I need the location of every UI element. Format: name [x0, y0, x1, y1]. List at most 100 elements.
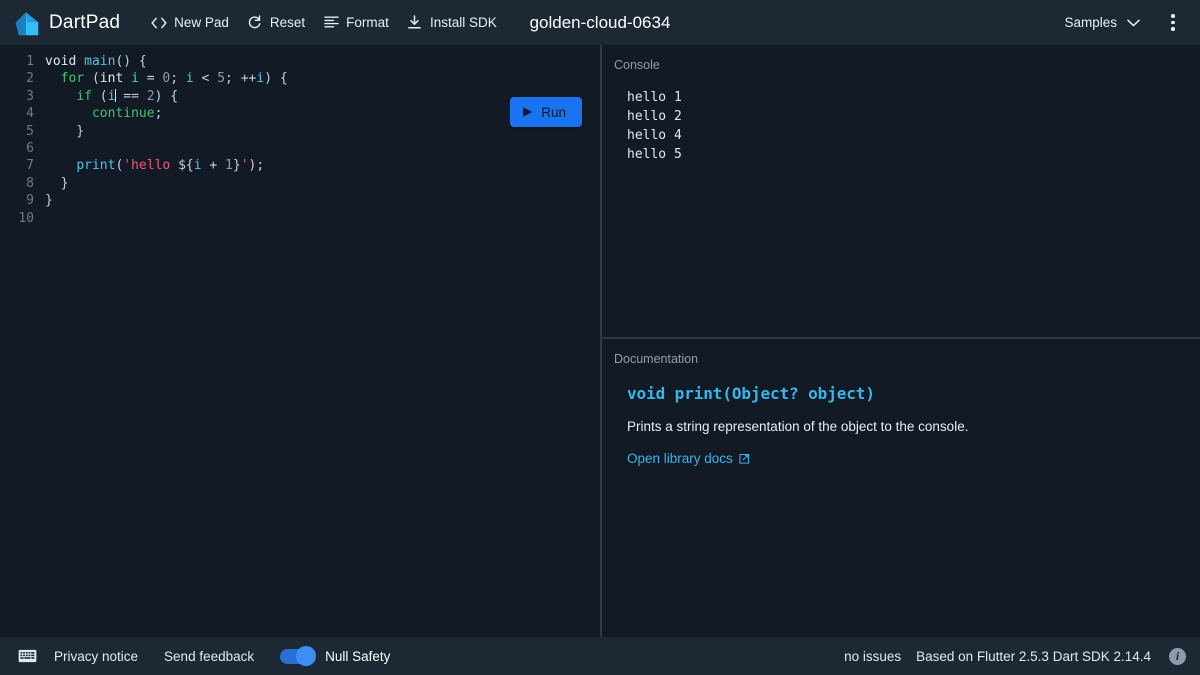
- play-icon: [523, 107, 533, 117]
- format-button[interactable]: Format: [314, 9, 398, 37]
- code-token: ': [240, 158, 249, 174]
- code-editor[interactable]: 1 2 3 4 5 6 7 8 9 10 void main() { for (int i = 0…: [0, 45, 600, 227]
- console-label: Console: [614, 58, 660, 72]
- code-token: 5: [217, 71, 226, 87]
- console-panel: Console hello 1 hello 2 hello 4 hello 5: [602, 45, 1200, 337]
- keyboard-icon[interactable]: [18, 649, 54, 663]
- console-line: hello 5: [627, 147, 682, 162]
- issues-status[interactable]: no issues: [844, 649, 901, 664]
- refresh-icon: [247, 15, 263, 31]
- install-sdk-button[interactable]: Install SDK: [398, 9, 506, 37]
- new-pad-label: New Pad: [174, 15, 229, 30]
- open-library-docs-link[interactable]: Open library docs: [627, 451, 750, 466]
- code-token: ==: [115, 88, 147, 104]
- code-token: }: [45, 123, 85, 139]
- more-menu-button[interactable]: [1158, 8, 1188, 38]
- code-token: }: [45, 175, 69, 191]
- line-number: 9: [26, 193, 34, 209]
- app-footer: Privacy notice Send feedback Null Safety…: [0, 637, 1200, 675]
- toggle-track[interactable]: [280, 646, 317, 666]
- code-token: ${: [178, 158, 194, 174]
- code-token: <: [193, 71, 218, 87]
- code-token: void: [45, 54, 77, 69]
- code-token: (: [84, 71, 100, 87]
- send-feedback-link[interactable]: Send feedback: [164, 649, 254, 664]
- code-token: i: [185, 71, 194, 87]
- header-right-actions: Samples: [1056, 8, 1188, 38]
- footer-right: no issues Based on Flutter 2.5.3 Dart SD…: [844, 647, 1186, 665]
- new-pad-button[interactable]: New Pad: [142, 9, 238, 37]
- code-line[interactable]: [45, 140, 600, 157]
- code-token: ;: [154, 106, 163, 122]
- line-number: 6: [26, 140, 34, 156]
- code-token: ++: [240, 71, 257, 87]
- line-number: 1: [26, 54, 34, 69]
- privacy-notice-link[interactable]: Privacy notice: [54, 649, 138, 664]
- open-library-docs-label: Open library docs: [627, 451, 733, 466]
- code-token: 'hello: [123, 158, 179, 174]
- code-token: continue: [91, 106, 155, 122]
- chevron-down-icon: [1127, 15, 1140, 30]
- kebab-dot: [1171, 14, 1175, 18]
- documentation-label: Documentation: [614, 352, 699, 366]
- kebab-dot: [1171, 27, 1175, 31]
- code-line[interactable]: void main() {: [45, 53, 600, 70]
- right-column: Console hello 1 hello 2 hello 4 hello 5 Doc…: [602, 45, 1200, 637]
- code-token: int: [99, 71, 124, 87]
- code-token: for: [60, 71, 85, 87]
- code-token: (: [91, 88, 108, 104]
- null-safety-toggle[interactable]: Null Safety: [280, 646, 390, 666]
- code-line[interactable]: }: [45, 192, 600, 209]
- code-token: ) {: [154, 88, 179, 104]
- code-token: main: [84, 54, 116, 69]
- code-content[interactable]: void main() { for (int i = 0; i < 5; ++i…: [34, 53, 600, 227]
- version-status: Based on Flutter 2.5.3 Dart SDK 2.14.4: [916, 648, 1151, 664]
- install-sdk-label: Install SDK: [429, 15, 497, 30]
- code-line[interactable]: [45, 210, 600, 227]
- line-number: 3: [26, 88, 34, 104]
- code-line[interactable]: }: [45, 175, 600, 192]
- console-output: hello 1 hello 2 hello 4 hello 5: [602, 72, 1200, 164]
- console-line: hello 4: [627, 128, 682, 143]
- app-header: DartPad New Pad Reset Format Install SDK: [0, 0, 1200, 45]
- doc-description: Prints a string representation of the ob…: [627, 419, 969, 434]
- console-line: hello 2: [627, 109, 682, 124]
- line-number-gutter: 1 2 3 4 5 6 7 8 9 10: [0, 53, 34, 227]
- code-token: ;: [170, 71, 186, 87]
- code-token: +: [201, 158, 226, 174]
- code-token: () {: [115, 54, 147, 69]
- code-line[interactable]: for (int i = 0; i < 5; ++i) {: [45, 70, 600, 87]
- code-token: print: [76, 158, 116, 174]
- doc-signature: void print(Object? object): [627, 384, 875, 403]
- samples-dropdown[interactable]: Samples: [1056, 8, 1148, 37]
- run-button[interactable]: Run: [510, 97, 582, 127]
- code-line[interactable]: print('hello ${i + 1}');: [45, 157, 600, 174]
- line-number: 4: [26, 106, 34, 122]
- main-area: 1 2 3 4 5 6 7 8 9 10 void main() { for (int i = 0…: [0, 45, 1200, 637]
- code-token: }: [45, 193, 53, 209]
- reset-button[interactable]: Reset: [238, 9, 314, 37]
- kebab-dot: [1171, 20, 1175, 25]
- code-token: ;: [225, 71, 241, 87]
- code-token: =: [138, 71, 163, 87]
- toggle-knob: [296, 646, 317, 666]
- code-token: i: [256, 71, 265, 87]
- line-number: 8: [26, 175, 34, 191]
- code-token: i: [193, 158, 202, 174]
- line-number: 2: [26, 71, 34, 87]
- console-line: hello 1: [627, 90, 682, 105]
- samples-label: Samples: [1064, 15, 1117, 30]
- code-token: 2: [146, 88, 155, 104]
- documentation-panel: Documentation void print(Object? object)…: [602, 339, 1200, 637]
- brand: DartPad: [14, 9, 120, 37]
- brand-name: DartPad: [49, 11, 121, 33]
- line-number: 10: [18, 210, 34, 226]
- run-label: Run: [541, 104, 566, 120]
- info-icon[interactable]: i: [1169, 647, 1186, 665]
- code-editor-pane[interactable]: 1 2 3 4 5 6 7 8 9 10 void main() { for (int i = 0…: [0, 45, 600, 637]
- code-token: );: [248, 158, 265, 174]
- line-number: 5: [26, 123, 34, 139]
